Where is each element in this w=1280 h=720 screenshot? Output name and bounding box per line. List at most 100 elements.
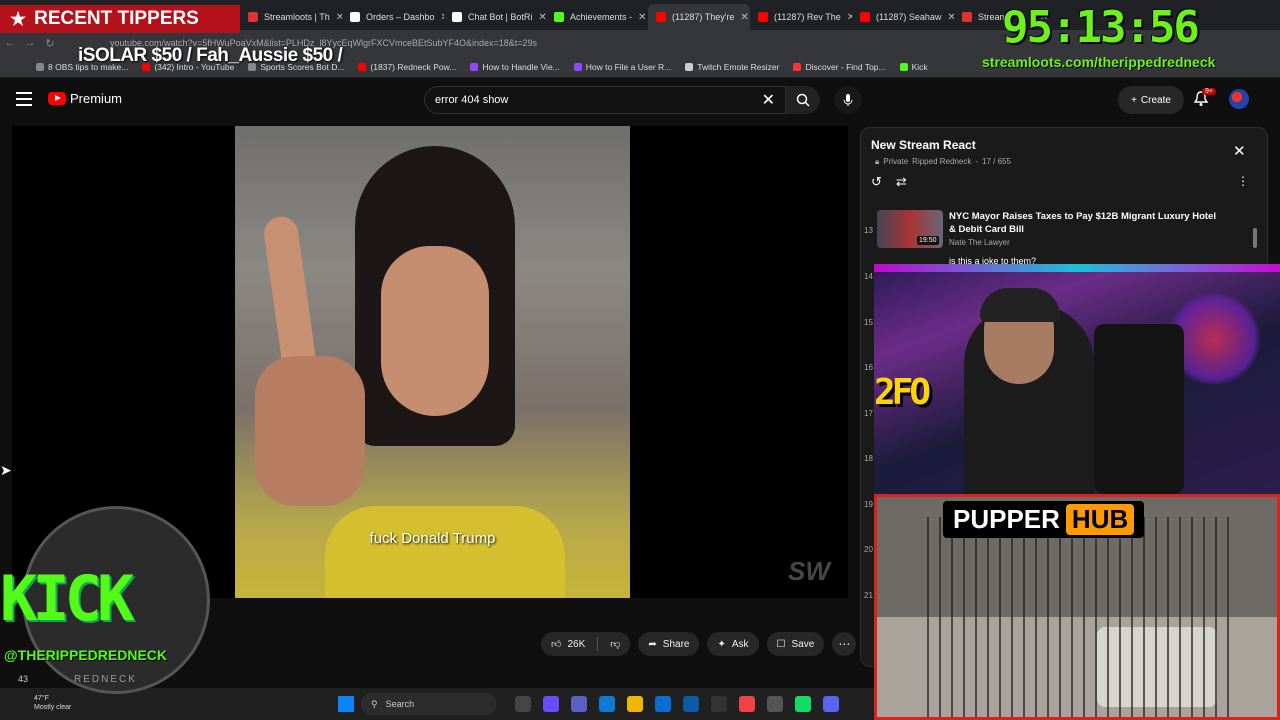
avatar[interactable] (1229, 89, 1249, 109)
youtube-logo[interactable]: Premium (48, 91, 122, 106)
menu-icon[interactable] (16, 92, 32, 106)
close-tab-icon[interactable]: ✕ (740, 12, 748, 23)
list-item[interactable]: 13 19:50 NYC Mayor Raises Taxes to Pay $… (861, 208, 1261, 254)
tab-list: Streamloots | Th✕Orders – Dashbo✕Chat Bo… (240, 0, 1056, 30)
bookmark-favicon-icon (899, 62, 908, 71)
video-frame: fuck Donald Trump (235, 126, 630, 598)
like-button[interactable]: 👍︎ 26K (551, 638, 585, 651)
app-icon[interactable] (767, 696, 783, 712)
playlist-menu-icon[interactable]: ⋮ (1237, 174, 1249, 188)
tab-label: Orders – Dashbo (366, 12, 435, 22)
pupper-hub-cam: PUPPER HUB (874, 494, 1280, 720)
bookmark-label: (1837) Redneck Pow... (370, 61, 457, 72)
hub-label: HUB (1065, 504, 1135, 535)
sparkle-icon: ✦ (717, 638, 726, 650)
video-watermark: SW (788, 556, 830, 586)
video-title[interactable]: NYC Mayor Raises Taxes to Pay $12B Migra… (949, 210, 1219, 236)
save-button[interactable]: ☐ Save (766, 632, 825, 656)
pupper-label: PUPPER (953, 504, 1060, 534)
copilot-icon[interactable] (543, 696, 559, 712)
search-button[interactable] (786, 86, 820, 114)
clear-icon[interactable]: ✕ (762, 90, 775, 110)
store-icon[interactable] (655, 696, 671, 712)
search-value: error 404 show (435, 94, 509, 106)
close-tab-icon[interactable]: ✕ (947, 12, 954, 23)
chrome-icon[interactable] (739, 696, 755, 712)
taskbar-apps (515, 696, 839, 712)
more-actions-icon[interactable]: ⋯ (832, 632, 857, 656)
kick-subtitle: REDNECK (74, 674, 137, 685)
tab-favicon-icon (962, 12, 972, 22)
browser-tab[interactable]: Orders – Dashbo✕ (342, 4, 444, 30)
search-input[interactable]: error 404 show ✕ (424, 86, 786, 114)
taskbar-search[interactable]: ⚲ Search (361, 693, 497, 715)
browser-tab[interactable]: Streamloots | Th ✕ (240, 4, 342, 30)
browser-tab[interactable]: (11287) Seahaw ✕ (852, 4, 954, 30)
tippers-ticker: iSOLAR $50 / Fah_Aussie $50 / (78, 45, 343, 66)
tab-label: (11287) Seahaw (876, 12, 942, 22)
share-label: Share (662, 638, 690, 650)
video-caption: fuck Donald Trump (369, 530, 496, 547)
bookmark-item[interactable]: How to Handle Vie... (470, 62, 560, 72)
browser-tab[interactable]: (11287) They're ✕ (648, 4, 750, 30)
subathon-timer: 95:13:56 (1002, 2, 1200, 53)
bookmark-favicon-icon (793, 62, 802, 71)
terminal-icon[interactable] (795, 696, 811, 712)
voice-search-button[interactable] (834, 86, 862, 114)
scrollbar[interactable] (1253, 228, 1257, 248)
edge-icon[interactable] (599, 696, 615, 712)
bookmark-label: Kick (911, 61, 928, 72)
obs-icon[interactable] (711, 696, 727, 712)
close-tab-icon[interactable]: ✕ (538, 12, 546, 23)
thumbs-down-icon[interactable]: 👎︎ (610, 638, 620, 650)
playlist-position: 17 / 655 (982, 157, 1011, 166)
task-view-icon[interactable] (515, 696, 531, 712)
weather-widget[interactable]: 47°F Mostly clear (34, 694, 71, 712)
bookmark-item[interactable]: Twitch Emote Resizer (685, 62, 779, 72)
tab-favicon-icon (656, 12, 666, 22)
share-button[interactable]: ➦ Share (638, 632, 700, 656)
close-icon[interactable]: ✕ (1233, 142, 1246, 160)
playlist-title[interactable]: New Stream React (871, 138, 976, 152)
star-icon: ★ (10, 8, 27, 29)
ask-button[interactable]: ✦ Ask (707, 632, 759, 656)
bookmark-item[interactable]: Discover - Find Top... (793, 62, 886, 72)
browser-tab[interactable]: Chat Bot | BotRi ✕ (444, 4, 546, 30)
playlist-index: 19 (864, 499, 873, 509)
tab-favicon-icon (554, 12, 564, 22)
bookmark-favicon-icon (470, 62, 479, 71)
neon-sign-text: 2FO (874, 372, 931, 413)
teams-icon[interactable] (571, 696, 587, 712)
bookmark-item[interactable]: (1837) Redneck Pow... (358, 62, 456, 72)
back-icon[interactable]: ← (0, 37, 20, 49)
browser-tab[interactable]: Achievements - ✕ (546, 4, 648, 30)
discord-icon[interactable] (823, 696, 839, 712)
browser-tab[interactable]: (11287) Rev The ✕ (750, 4, 852, 30)
loop-icon[interactable]: ↺ (871, 174, 882, 190)
shuffle-icon[interactable]: ⇄ (896, 174, 907, 190)
reload-icon[interactable]: ↻ (40, 37, 60, 50)
playlist-index: 13 (864, 226, 873, 235)
thumbs-up-icon: 👍︎ (551, 639, 562, 650)
playlist-owner[interactable]: Ripped Redneck (912, 157, 971, 167)
bookmark-label: Twitch Emote Resizer (697, 61, 780, 72)
close-tab-icon[interactable]: ✕ (638, 12, 646, 23)
weather-condition: Mostly clear (34, 704, 72, 711)
outlook-icon[interactable] (683, 696, 699, 712)
file-explorer-icon[interactable] (627, 696, 643, 712)
playlist-index: 18 (864, 454, 873, 463)
divider (597, 637, 599, 651)
bookmark-item[interactable]: How to File a User R... (573, 62, 671, 72)
playlist-index: 16 (864, 363, 873, 372)
channel-name[interactable]: Nate The Lawyer (949, 238, 1010, 247)
playlist-index: 17 (864, 408, 873, 418)
windows-start-icon[interactable] (338, 696, 354, 712)
create-button[interactable]: + Create (1118, 86, 1184, 114)
forward-icon[interactable]: → (20, 37, 40, 49)
plus-icon: + (1131, 94, 1137, 106)
tab-favicon-icon (248, 12, 258, 22)
bookmark-item[interactable]: Kick (899, 61, 928, 72)
bookmark-favicon-icon (358, 62, 367, 71)
tab-label: Streamloots | Th (264, 12, 330, 22)
tab-favicon-icon (350, 12, 360, 22)
